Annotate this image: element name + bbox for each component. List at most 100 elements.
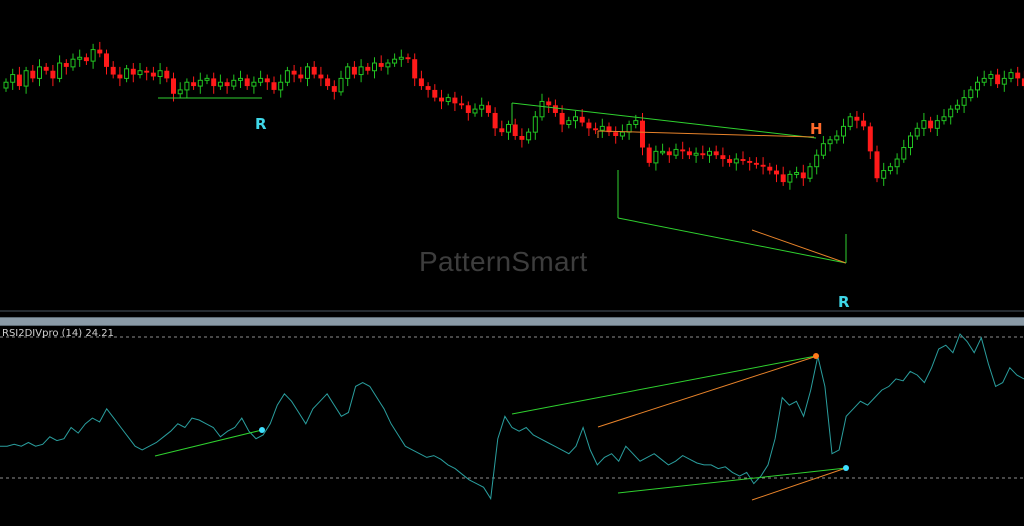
candle [740,151,746,165]
candle [847,112,853,131]
candle [854,111,860,129]
divergence-dot [843,465,849,471]
candle [626,120,632,140]
candle [372,57,377,79]
candle [16,66,22,90]
candle [700,145,706,160]
candle [338,70,344,96]
indicator-name: RSI2DIVpro [2,328,59,339]
candle [941,109,947,125]
candle [512,118,518,140]
candle [499,120,505,136]
candle [171,72,176,102]
candle [827,136,833,152]
candle [164,66,170,83]
candle [231,74,237,90]
indicator-label: RSI2DIVpro (14) 24.21 [2,328,114,339]
candle [586,118,592,136]
candle [485,101,491,117]
candle [914,122,920,140]
candle [271,76,277,94]
candle [747,157,753,171]
candle [63,59,69,75]
candle [975,76,980,98]
divergence-line [597,356,815,428]
candle [452,91,458,112]
candle [365,63,371,75]
candle [238,70,243,88]
candle [405,53,411,64]
divergence-dot [813,353,819,359]
candle [23,66,29,94]
candle [197,72,203,94]
candle [392,53,398,67]
rsi-indicator-chart [0,333,1024,501]
candle [1001,70,1007,92]
candle [526,128,532,144]
indicator-period: (14) [61,328,83,339]
candle [331,80,337,100]
candle [887,162,893,175]
candle [97,41,103,58]
candle [184,78,190,98]
candle [465,101,471,121]
pattern-label-h: H [810,120,823,138]
candle [258,70,264,87]
candle [144,66,150,81]
candle [519,128,525,148]
pattern-line [617,217,847,264]
panel-separator[interactable] [0,317,1024,326]
candle [10,68,16,90]
candle [43,63,49,75]
candle [204,74,210,85]
candle [693,147,699,163]
candle [573,111,578,129]
candle [1015,66,1021,87]
candle [311,61,317,79]
candle [593,122,599,135]
candle [901,139,907,163]
candle [532,111,538,140]
candle [841,118,846,144]
candle [1008,68,1014,83]
candle [720,147,726,167]
candle [599,118,605,138]
candle [881,162,887,186]
candle [90,43,96,69]
candle [794,166,800,179]
candle [653,145,659,171]
candle [351,61,357,79]
candle [30,64,36,83]
candle [70,53,76,71]
candle [3,78,9,92]
candle [157,63,163,85]
candle [83,53,89,65]
candle [278,74,284,98]
candle [137,63,143,79]
candle [117,66,123,87]
candle [472,103,478,117]
candle [398,49,404,67]
candle [934,114,940,136]
candle [546,97,552,113]
candle [566,116,572,129]
candle [385,59,391,75]
candle [861,112,867,131]
candle [318,66,324,87]
candle [325,74,331,90]
candle [425,82,431,98]
pattern-label-r-right: R [838,293,850,311]
candle [606,122,612,136]
candle [961,89,967,113]
candle [358,59,364,83]
divergence-dot [259,427,265,433]
candle [177,82,183,98]
candle [767,162,773,175]
candle [908,132,913,156]
candle [298,66,304,83]
candle [787,170,793,190]
pattern-line [751,229,847,264]
watermark-text: PatternSmart [419,246,588,277]
candle [988,70,994,87]
candle [874,145,880,183]
